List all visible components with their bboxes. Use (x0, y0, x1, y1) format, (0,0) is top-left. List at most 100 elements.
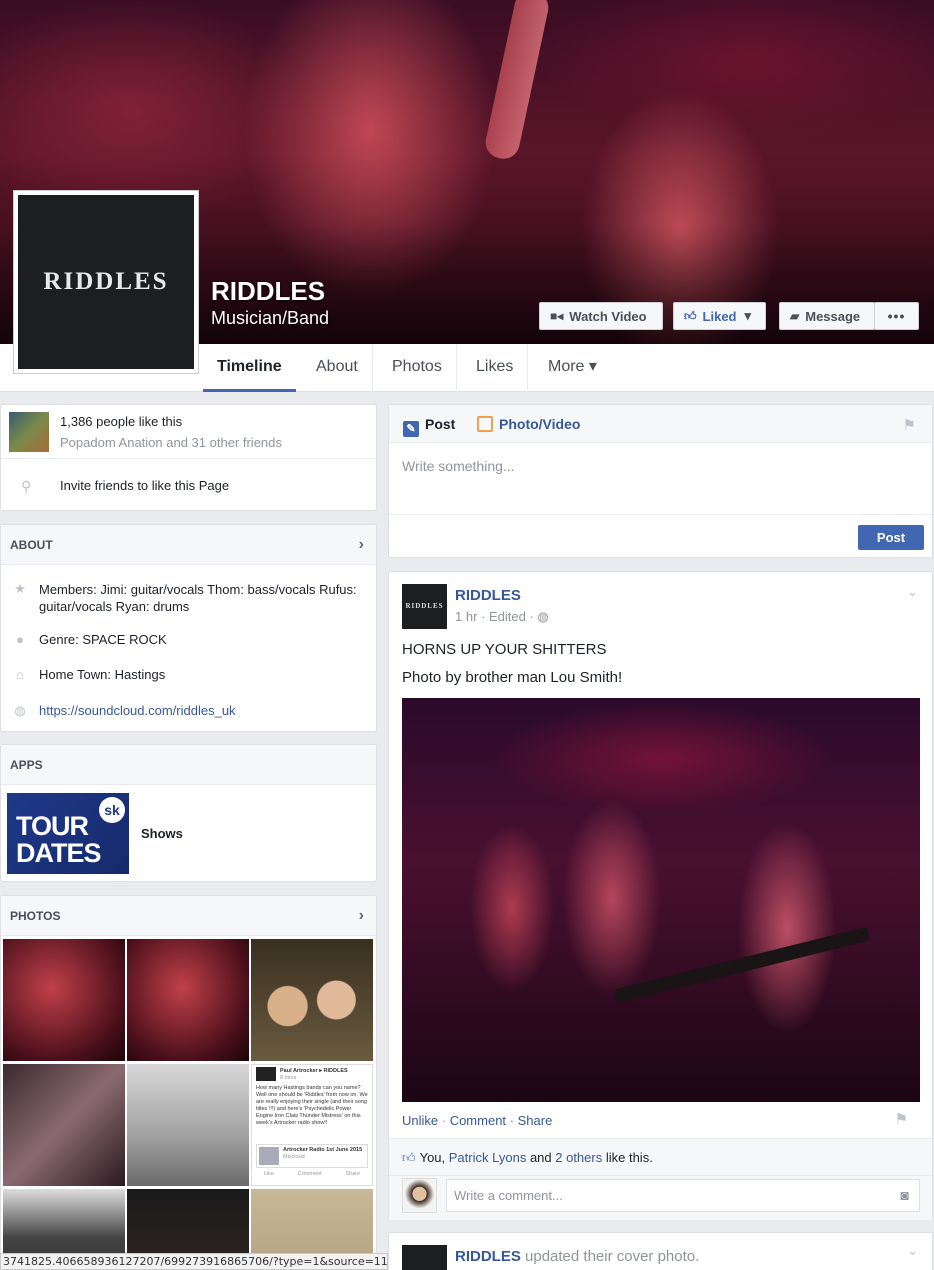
post-author-name[interactable]: RIDDLES (455, 587, 521, 604)
divider (389, 1175, 932, 1176)
flag-icon[interactable]: ⚑ (903, 416, 916, 434)
cover-photo-figure (482, 0, 552, 162)
globe-icon: ◍ (14, 703, 26, 718)
link-title: Artrocker Radio 1st June 2015 (283, 1147, 363, 1153)
thumbs-up-icon: 👍︎ (402, 1150, 416, 1165)
friend-link[interactable]: Patrick Lyons (449, 1150, 527, 1165)
post-button[interactable]: Post (858, 525, 924, 550)
photo-thumbnail[interactable] (3, 939, 125, 1061)
composer-input[interactable]: Write something... (402, 458, 515, 474)
home-icon: ⌂ (16, 667, 24, 682)
apps-header: APPS (1, 745, 376, 785)
message-button[interactable]: ▰ Message (779, 302, 875, 330)
profile-picture-image: RIDDLES (18, 195, 194, 369)
camera-icon[interactable]: ◙ (901, 1187, 909, 1203)
screenshot-link-preview: Artrocker Radio 1st June 2015 Mixcloud (256, 1144, 368, 1168)
about-members: Members: Jimi: guitar/vocals Thom: bass/… (39, 582, 357, 614)
app-name-shows[interactable]: Shows (141, 826, 183, 841)
post-footer: 👍︎ You, Patrick Lyons and 2 others like t… (389, 1138, 932, 1220)
post-text-line1: HORNS UP YOUR SHITTERS (402, 641, 607, 658)
about-website-link[interactable]: https://soundcloud.com/riddles_uk (39, 703, 236, 718)
post-author-avatar[interactable]: RIDDLES (402, 584, 447, 629)
tab-post[interactable]: ✎ Post (403, 405, 455, 443)
link-thumbnail (259, 1147, 279, 1165)
watch-video-button[interactable]: ■◂ Watch Video (539, 302, 663, 330)
about-genre-row: ● Genre: SPACE ROCK (1, 632, 376, 647)
post-author-name[interactable]: RIDDLES (455, 1248, 521, 1265)
info-icon: ● (16, 632, 24, 647)
post-meta: 1 hr · Edited · ◍ (455, 609, 549, 625)
flag-icon[interactable]: ⚑ (895, 1110, 908, 1128)
post-actions: Unlike · Comment · Share (402, 1113, 553, 1128)
divider (1, 458, 376, 459)
tab-more[interactable]: More ▾ (534, 344, 611, 392)
likes-count[interactable]: 1,386 people like this (60, 414, 182, 429)
apps-header-label: APPS (10, 758, 43, 772)
about-hometown: Home Town: Hastings (39, 667, 166, 682)
songkick-badge: sk (99, 797, 125, 823)
invite-friends-icon: ⚲ (21, 478, 32, 494)
video-camera-icon: ■◂ (550, 309, 564, 323)
tab-about[interactable]: About (302, 344, 373, 392)
photo-thumbnail-screenshot[interactable]: Paul Artrocker ▸ RIDDLES 8 mins · How ma… (251, 1064, 373, 1186)
likes-card: 1,386 people like this Popadom Anation a… (0, 404, 377, 511)
timeline-post: RIDDLES RIDDLES 1 hr · Edited · ◍ ⌄ HORN… (388, 571, 933, 1220)
message-icon: ▰ (790, 309, 800, 323)
chevron-right-icon[interactable]: › (359, 525, 364, 565)
about-card: ABOUT › ★ Members: Jimi: guitar/vocals T… (0, 524, 377, 732)
guitar-neck (614, 926, 870, 1004)
chevron-down-icon: ▾ (744, 308, 752, 323)
tab-timeline[interactable]: Timeline (203, 344, 296, 392)
post-photo[interactable] (402, 698, 920, 1102)
likes-summary: 👍︎ You, Patrick Lyons and 2 others like t… (402, 1150, 653, 1165)
screenshot-actions: Like Comment Share (263, 1171, 361, 1177)
invite-friends-link[interactable]: Invite friends to like this Page (60, 478, 229, 493)
about-genre: Genre: SPACE ROCK (39, 632, 167, 647)
page-title[interactable]: RIDDLES (211, 276, 325, 307)
photo-icon (477, 416, 493, 432)
star-icon: ★ (14, 581, 26, 596)
others-link[interactable]: 2 others (555, 1150, 602, 1165)
photo-thumbnail[interactable] (3, 1064, 125, 1186)
liked-label: Liked (702, 308, 737, 324)
divider (389, 514, 932, 515)
tab-photos[interactable]: Photos (378, 344, 457, 392)
tab-photo-video[interactable]: Photo/Video (477, 405, 580, 443)
tile-text-tour: TOUR (16, 811, 89, 841)
about-website-row: ◍ https://soundcloud.com/riddles_uk (1, 703, 376, 719)
share-link[interactable]: Share (518, 1113, 553, 1128)
profile-logo-text: RIDDLES (43, 268, 169, 295)
about-header-label: ABOUT (10, 538, 53, 552)
tab-likes[interactable]: Likes (462, 344, 529, 392)
more-options-button[interactable]: ••• (874, 302, 919, 330)
tile-text-dates: DATES (16, 838, 102, 868)
screenshot-author: Paul Artrocker ▸ RIDDLES (252, 1065, 372, 1081)
friend-avatar[interactable] (9, 412, 49, 452)
comment-link[interactable]: Comment (450, 1113, 506, 1128)
post-composer: ✎ Post Photo/Video ⚑ Write something... P… (388, 404, 933, 558)
post-action-text: updated their cover photo. (520, 1248, 700, 1265)
chevron-down-icon[interactable]: ⌄ (907, 584, 918, 600)
chevron-right-icon[interactable]: › (359, 896, 364, 936)
liked-button[interactable]: 👍︎ Liked ▾ (673, 302, 766, 330)
post-author-avatar[interactable] (402, 1245, 447, 1270)
friends-who-like[interactable]: Popadom Anation and 31 other friends (60, 435, 282, 450)
timeline-post: RIDDLES updated their cover photo. ⌄ (388, 1232, 933, 1270)
photo-thumbnail[interactable] (251, 939, 373, 1061)
photo-thumbnail[interactable] (127, 939, 249, 1061)
apps-card: APPS sk TOUR DATES Shows (0, 744, 377, 882)
commenter-avatar[interactable] (402, 1178, 437, 1213)
photos-header[interactable]: PHOTOS › (1, 896, 376, 936)
chevron-down-icon[interactable]: ⌄ (907, 1243, 918, 1259)
profile-picture[interactable]: RIDDLES (13, 190, 199, 374)
photo-thumbnail[interactable] (127, 1064, 249, 1186)
message-label: Message (805, 308, 861, 324)
post-timestamp[interactable]: 1 hr · Edited · (455, 609, 537, 624)
comment-input[interactable]: Write a comment... ◙ (446, 1179, 920, 1212)
globe-icon: ◍ (537, 609, 549, 624)
unlike-link[interactable]: Unlike (402, 1113, 438, 1128)
screenshot-body: How many Hastings bands can you name? We… (256, 1085, 368, 1126)
watch-video-label: Watch Video (569, 308, 647, 324)
about-header[interactable]: ABOUT › (1, 525, 376, 565)
tour-dates-app-tile[interactable]: sk TOUR DATES (7, 793, 129, 874)
